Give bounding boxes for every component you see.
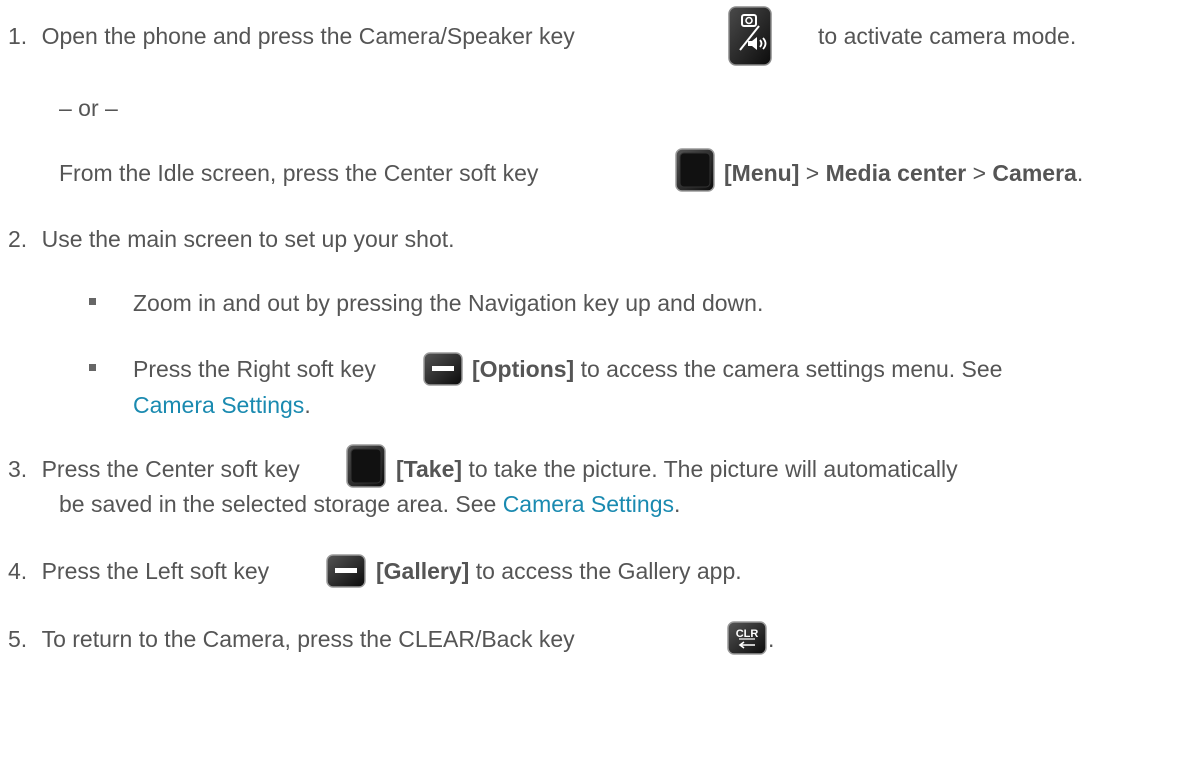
options-label: [Options]: [472, 356, 575, 382]
step-2-bullet-2-a: Press the Right soft key: [133, 356, 376, 382]
step-4-text-a: Press the Left soft key: [41, 558, 270, 584]
clear-back-key-icon: CLR: [727, 621, 767, 661]
center-soft-key-icon: [675, 148, 715, 198]
step-3-line-2: be saved in the selected storage area. S…: [59, 491, 680, 518]
step-1-or: – or –: [59, 95, 118, 121]
step-2-bullet-2-b: to access the camera settings menu. See: [580, 356, 1003, 382]
camera-label: Camera: [992, 160, 1077, 186]
step-5-number: 5.: [8, 626, 28, 652]
step-1-text-a: Open the phone and press the Camera/Spea…: [41, 23, 575, 49]
step-4-line: 4. Press the Left soft key: [8, 558, 269, 585]
step-2-bullet-2-rest: [Options] to access the camera settings …: [472, 356, 1002, 383]
center-soft-key-icon: [346, 444, 386, 494]
camera-settings-link[interactable]: Camera Settings: [133, 392, 304, 418]
clr-label: CLR: [736, 628, 759, 640]
path-separator: >: [805, 160, 820, 186]
step-2-line: 2. Use the main screen to set up your sh…: [8, 226, 455, 253]
step-1-number: 1.: [8, 23, 28, 49]
step-2-bullet-1: Zoom in and out by pressing the Navigati…: [133, 290, 764, 316]
period: .: [304, 392, 311, 418]
step-2-number: 2.: [8, 226, 28, 252]
step-1-alt-line: From the Idle screen, press the Center s…: [59, 160, 538, 187]
camera-speaker-key-icon: [728, 6, 772, 72]
step-2-text: Use the main screen to set up your shot.: [41, 226, 455, 252]
take-label: [Take]: [396, 456, 463, 482]
step-3-line: 3. Press the Center soft key: [8, 456, 300, 483]
period: .: [1076, 160, 1084, 186]
step-1-alt-rest: [Menu] > Media center > Camera.: [724, 160, 1083, 187]
camera-settings-link[interactable]: Camera Settings: [503, 491, 674, 517]
step-2-bullet-2-link-line: Camera Settings.: [133, 392, 311, 419]
step-1-alt-text: From the Idle screen, press the Center s…: [59, 160, 539, 186]
menu-label: [Menu]: [724, 160, 800, 186]
path-separator: >: [972, 160, 987, 186]
step-1-text-b: to activate camera mode.: [818, 23, 1077, 49]
step-1-line: 1. Open the phone and press the Camera/S…: [8, 23, 575, 50]
gallery-label: [Gallery]: [376, 558, 470, 584]
bullet-marker: [89, 364, 96, 371]
step-3-text-c: be saved in the selected storage area. S…: [59, 491, 497, 517]
step-3-rest: [Take] to take the picture. The picture …: [396, 456, 958, 483]
period: .: [768, 626, 775, 652]
step-4-rest: [Gallery] to access the Gallery app.: [376, 558, 742, 585]
step-4-number: 4.: [8, 558, 28, 584]
period: .: [674, 491, 681, 517]
left-soft-key-icon: [326, 554, 366, 594]
step-3-text-a: Press the Center soft key: [41, 456, 300, 482]
step-4-text-b: to access the Gallery app.: [475, 558, 742, 584]
step-5-text-a: To return to the Camera, press the CLEAR…: [41, 626, 575, 652]
step-3-text-b: to take the picture. The picture will au…: [468, 456, 958, 482]
step-3-number: 3.: [8, 456, 28, 482]
bullet-marker: [89, 298, 96, 305]
right-soft-key-icon: [423, 352, 463, 392]
media-center-label: Media center: [825, 160, 967, 186]
step-5-line: 5. To return to the Camera, press the CL…: [8, 626, 575, 653]
